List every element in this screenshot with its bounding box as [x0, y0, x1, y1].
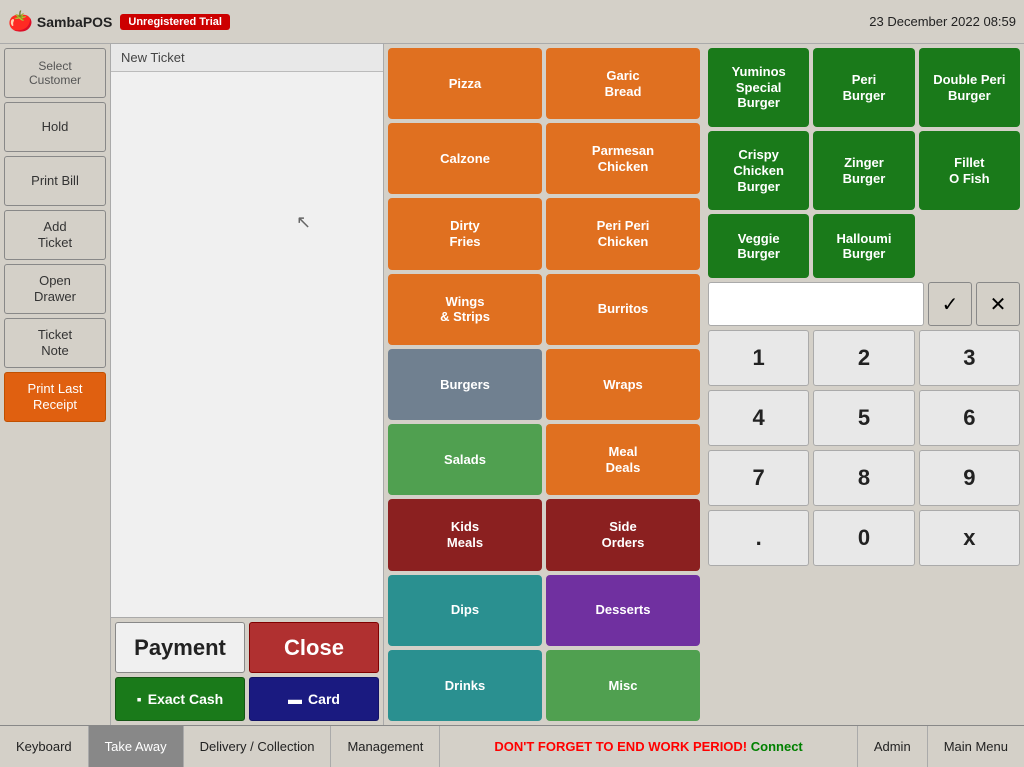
burger-item-2[interactable]: Double Peri Burger [919, 48, 1020, 127]
menu-item-17[interactable]: Misc [546, 650, 700, 721]
numpad-grid: 123 456 789.0x [708, 330, 1020, 566]
menu-item-14[interactable]: Dips [388, 575, 542, 646]
menu-item-8[interactable]: Burgers [388, 349, 542, 420]
menu-item-15[interactable]: Desserts [546, 575, 700, 646]
ticket-note-button[interactable]: Ticket Note [4, 318, 106, 368]
menu-item-1[interactable]: Garic Bread [546, 48, 700, 119]
cash-icon: ▪ [137, 691, 142, 707]
cursor-indicator: ↖ [296, 212, 311, 233]
numpad-check-button[interactable]: ✓ [928, 282, 972, 326]
burger-grid: Yuminos Special BurgerPeri BurgerDouble … [708, 48, 1020, 278]
menu-grid: PizzaGaric BreadCalzoneParmesan ChickenD… [388, 48, 700, 721]
main-menu-tab[interactable]: Main Menu [927, 726, 1024, 767]
numpad-key-2[interactable]: 2 [813, 330, 914, 386]
status-work-period: DON'T FORGET TO END WORK PERIOD! [494, 739, 747, 754]
status-text: DON'T FORGET TO END WORK PERIOD! Connect [440, 739, 856, 754]
numpad-key-3[interactable]: 3 [919, 330, 1020, 386]
top-bar: 🍅 SambaPOS Unregistered Trial 23 Decembe… [0, 0, 1024, 44]
burger-item-7[interactable]: Halloumi Burger [813, 214, 914, 278]
datetime: 23 December 2022 08:59 [869, 14, 1016, 29]
numpad-key-6[interactable]: 6 [919, 390, 1020, 446]
numpad-key-7[interactable]: 7 [708, 450, 809, 506]
action-row: Payment Close [111, 617, 383, 677]
take-away-tab[interactable]: Take Away [89, 726, 184, 767]
add-ticket-button[interactable]: Add Ticket [4, 210, 106, 260]
exact-cash-button[interactable]: ▪ Exact Cash [115, 677, 245, 721]
hold-button[interactable]: Hold [4, 102, 106, 152]
menu-item-13[interactable]: Side Orders [546, 499, 700, 570]
numpad-key-x[interactable]: x [919, 510, 1020, 566]
numpad-key-4[interactable]: 4 [708, 390, 809, 446]
delivery-collection-tab[interactable]: Delivery / Collection [184, 726, 332, 767]
numpad-key-0[interactable]: 0 [813, 510, 914, 566]
burger-item-4[interactable]: Zinger Burger [813, 131, 914, 210]
select-customer-button[interactable]: Select Customer [4, 48, 106, 98]
numpad-key-1[interactable]: 1 [708, 330, 809, 386]
card-label: Card [308, 691, 340, 707]
numpad-key-5[interactable]: 5 [813, 390, 914, 446]
card-icon: ▬ [288, 691, 302, 707]
numpad-cancel-button[interactable]: ✕ [976, 282, 1020, 326]
burger-item-0[interactable]: Yuminos Special Burger [708, 48, 809, 127]
menu-item-3[interactable]: Parmesan Chicken [546, 123, 700, 194]
menu-item-5[interactable]: Peri Peri Chicken [546, 198, 700, 269]
menu-item-2[interactable]: Calzone [388, 123, 542, 194]
sambapos-logo: 🍅 SambaPOS [8, 9, 112, 34]
sambapos-icon: 🍅 [8, 9, 33, 34]
burger-item-6[interactable]: Veggie Burger [708, 214, 809, 278]
payment-button[interactable]: Payment [115, 622, 245, 673]
menu-item-16[interactable]: Drinks [388, 650, 542, 721]
admin-tab[interactable]: Admin [857, 726, 927, 767]
ticket-header: New Ticket [111, 44, 383, 72]
cash-row: ▪ Exact Cash ▬ Card [111, 677, 383, 725]
menu-item-0[interactable]: Pizza [388, 48, 542, 119]
print-last-receipt-button[interactable]: Print Last Receipt [4, 372, 106, 422]
left-panel: Select Customer Hold Print Bill Add Tick… [0, 44, 110, 725]
card-button[interactable]: ▬ Card [249, 677, 379, 721]
burger-item-5[interactable]: Fillet O Fish [919, 131, 1020, 210]
numpad-key-9[interactable]: 9 [919, 450, 1020, 506]
numpad-display [708, 282, 924, 326]
close-button[interactable]: Close [249, 622, 379, 673]
menu-item-10[interactable]: Salads [388, 424, 542, 495]
burger-item-1[interactable]: Peri Burger [813, 48, 914, 127]
ticket-body: ↖ [111, 72, 383, 617]
brand-name: SambaPOS [37, 14, 112, 30]
menu-item-7[interactable]: Burritos [546, 274, 700, 345]
menu-item-4[interactable]: Dirty Fries [388, 198, 542, 269]
menu-item-12[interactable]: Kids Meals [388, 499, 542, 570]
numpad-section: ✓ ✕ 123 456 789.0x [708, 282, 1020, 721]
menu-area: PizzaGaric BreadCalzoneParmesan ChickenD… [384, 44, 704, 725]
keyboard-tab[interactable]: Keyboard [0, 726, 89, 767]
status-connect: Connect [751, 739, 803, 754]
print-bill-button[interactable]: Print Bill [4, 156, 106, 206]
menu-item-11[interactable]: Meal Deals [546, 424, 700, 495]
menu-item-9[interactable]: Wraps [546, 349, 700, 420]
numpad-key-8[interactable]: 8 [813, 450, 914, 506]
topbar-left: 🍅 SambaPOS Unregistered Trial [8, 9, 230, 34]
open-drawer-button[interactable]: Open Drawer [4, 264, 106, 314]
unregistered-badge: Unregistered Trial [120, 14, 230, 30]
exact-cash-label: Exact Cash [148, 691, 223, 707]
bottom-bar: Keyboard Take Away Delivery / Collection… [0, 725, 1024, 767]
ticket-area: New Ticket ↖ Payment Close ▪ Exact Cash … [110, 44, 384, 725]
main-area: Select Customer Hold Print Bill Add Tick… [0, 44, 1024, 725]
menu-item-6[interactable]: Wings & Strips [388, 274, 542, 345]
numpad-input-row: ✓ ✕ [708, 282, 1020, 326]
numpad-key-.[interactable]: . [708, 510, 809, 566]
burger-item-3[interactable]: Crispy Chicken Burger [708, 131, 809, 210]
right-panel: Yuminos Special BurgerPeri BurgerDouble … [704, 44, 1024, 725]
management-tab[interactable]: Management [331, 726, 440, 767]
